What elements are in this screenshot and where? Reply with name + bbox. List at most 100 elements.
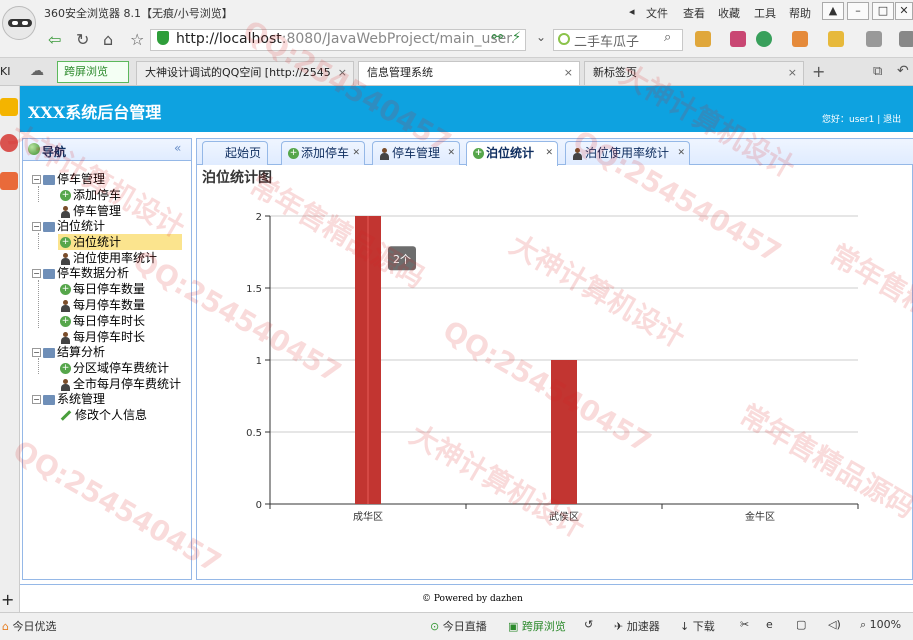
back-icon[interactable]: ⇦ bbox=[48, 30, 61, 49]
sidebar-add-icon[interactable]: + bbox=[1, 590, 14, 609]
tree-item-daily-count[interactable]: + 每日停车数量 bbox=[60, 281, 145, 297]
collapse-node-icon[interactable]: − bbox=[32, 269, 41, 278]
menu-tools[interactable]: 工具 bbox=[754, 5, 776, 21]
tab-qq-space[interactable]: 大神设计调试的QQ空间 [http://2545 × bbox=[136, 61, 354, 85]
sidebar-favorites-icon[interactable] bbox=[0, 98, 18, 116]
tree-group-parking-analysis[interactable]: − 停车数据分析 bbox=[32, 265, 129, 281]
tree-item-monthly-duration[interactable]: 每月停车时长 bbox=[60, 329, 145, 345]
extension-grid-icon[interactable] bbox=[695, 31, 711, 47]
collapse-node-icon[interactable]: − bbox=[32, 222, 41, 231]
tree-item-berth-usage[interactable]: 泊位使用率统计 bbox=[60, 250, 157, 266]
window-title: 360安全浏览器 8.1【无痕/小号浏览】 bbox=[44, 7, 233, 20]
y-tick-label: 0 bbox=[256, 500, 262, 511]
close-window-button[interactable]: ✕ bbox=[895, 2, 913, 20]
pin-button[interactable]: ▲ bbox=[822, 2, 844, 20]
tab-close-icon[interactable]: × bbox=[564, 62, 573, 84]
cloud-icon[interactable]: ☁ bbox=[30, 63, 44, 79]
add-icon: + bbox=[60, 284, 71, 295]
person-icon bbox=[572, 147, 583, 160]
new-tab-plus-icon[interactable]: + bbox=[812, 62, 825, 81]
url-dropdown-icon[interactable]: ⌄ bbox=[536, 30, 546, 44]
home-icon[interactable]: ⌂ bbox=[103, 30, 113, 49]
sidebar-weibo-icon[interactable] bbox=[0, 134, 18, 152]
tree-item-district-fee[interactable]: + 分区域停车费统计 bbox=[60, 360, 169, 376]
tree-group-parking[interactable]: − 停车管理 bbox=[32, 171, 105, 187]
tab-new-tab[interactable]: 新标签页 × bbox=[584, 61, 804, 85]
extension-x-icon[interactable] bbox=[730, 31, 746, 47]
browser-logo-icon[interactable] bbox=[2, 6, 36, 40]
tab-add-parking[interactable]: + 添加停车 ✕ bbox=[281, 141, 365, 165]
refresh-icon[interactable]: ↻ bbox=[76, 30, 89, 49]
tab-close-icon[interactable]: ✕ bbox=[352, 142, 360, 164]
status-download[interactable]: ↓ 下载 bbox=[680, 618, 715, 634]
menu-help[interactable]: 帮助 bbox=[789, 5, 811, 21]
collapse-node-icon[interactable]: − bbox=[32, 348, 41, 357]
x-tick-label: 武侯区 bbox=[549, 510, 579, 523]
collapse-node-icon[interactable]: − bbox=[32, 395, 41, 404]
person-icon bbox=[60, 299, 71, 312]
menu-view[interactable]: 查看 bbox=[683, 5, 705, 21]
x-tick-label: 金牛区 bbox=[745, 510, 775, 523]
status-cross-screen[interactable]: ▣ 跨屏浏览 bbox=[508, 618, 566, 634]
person-icon bbox=[379, 147, 390, 160]
menu-favorites[interactable]: 收藏 bbox=[718, 5, 740, 21]
tab-close-icon[interactable]: × bbox=[338, 62, 347, 84]
security-icon[interactable]: ⚯ bbox=[492, 30, 503, 45]
tree-item-parking-manage[interactable]: 停车管理 bbox=[60, 203, 121, 219]
tab-berth-usage[interactable]: 泊位使用率统计 ✕ bbox=[565, 141, 690, 165]
tree-group-settlement[interactable]: − 结算分析 bbox=[32, 344, 105, 360]
tab-berth-stats[interactable]: + 泊位统计 ✕ bbox=[466, 141, 558, 166]
tree-item-add-parking[interactable]: + 添加停车 bbox=[60, 187, 121, 203]
tab-cross-screen[interactable]: 跨屏浏览 bbox=[57, 61, 129, 83]
status-history-icon[interactable]: ↺ bbox=[584, 618, 593, 631]
y-tick-label: 1 bbox=[256, 356, 262, 367]
search-icon[interactable]: ⌕ bbox=[664, 30, 671, 45]
tab-close-icon[interactable]: ✕ bbox=[677, 142, 685, 164]
search-engine-icon[interactable] bbox=[558, 33, 570, 45]
speed-icon[interactable]: ⚡ bbox=[512, 30, 521, 45]
tab-info-system[interactable]: 信息管理系统 × bbox=[358, 61, 580, 85]
maximize-button[interactable]: □ bbox=[872, 2, 894, 20]
status-accelerator[interactable]: ✈ 加速器 bbox=[614, 618, 660, 634]
tab-home[interactable]: 起始页 bbox=[202, 141, 268, 165]
collapse-node-icon[interactable]: − bbox=[32, 175, 41, 184]
extension-translate-icon[interactable] bbox=[792, 31, 808, 47]
tab-restore-icon[interactable]: ⧉ bbox=[873, 64, 882, 79]
tab-close-icon[interactable]: ✕ bbox=[447, 142, 455, 164]
minimize-button[interactable]: – bbox=[847, 2, 869, 20]
globe-icon bbox=[28, 143, 40, 155]
tab-close-icon[interactable]: × bbox=[788, 62, 797, 84]
tree-item-berth-stats[interactable]: + 泊位统计 bbox=[58, 234, 182, 250]
status-screenshot-icon[interactable]: ✂ bbox=[740, 618, 749, 631]
status-ie-icon[interactable]: e bbox=[766, 618, 773, 631]
status-window-icon[interactable]: ▢ bbox=[796, 618, 806, 631]
user-info-logout[interactable]: 您好：user1 | 退出 bbox=[822, 112, 901, 125]
tree-item-city-monthly-fee[interactable]: 全市每月停车费统计 bbox=[60, 376, 181, 392]
status-sound-icon[interactable]: ◁) bbox=[828, 618, 841, 631]
favorite-star-icon[interactable]: ☆ bbox=[130, 30, 144, 49]
today-picks-link[interactable]: ⌂ 今日优选 bbox=[2, 618, 56, 634]
menu-arrow-icon[interactable]: ◂ bbox=[629, 5, 635, 18]
extension-gift-icon[interactable] bbox=[828, 31, 844, 47]
tree-group-system[interactable]: − 系统管理 bbox=[32, 391, 105, 407]
zoom-level[interactable]: ⌕ 100% bbox=[860, 618, 901, 632]
tab-scroll-left-icon[interactable]: KI bbox=[0, 65, 10, 78]
collapse-nav-icon[interactable]: « bbox=[174, 141, 181, 155]
tree-item-monthly-count[interactable]: 每月停车数量 bbox=[60, 297, 145, 313]
extension-more-icon[interactable] bbox=[899, 31, 913, 47]
extension-money-icon[interactable] bbox=[756, 31, 772, 47]
add-icon: + bbox=[60, 190, 71, 201]
status-live-link[interactable]: ⊙ 今日直播 bbox=[430, 618, 487, 634]
tree-item-daily-duration[interactable]: + 每日停车时长 bbox=[60, 313, 145, 329]
tab-close-icon[interactable]: ✕ bbox=[545, 142, 553, 164]
add-icon: + bbox=[473, 148, 484, 159]
security-shield-icon bbox=[157, 31, 169, 45]
extension-game-icon[interactable] bbox=[866, 31, 882, 47]
tree-group-berth-stats[interactable]: − 泊位统计 bbox=[32, 218, 105, 234]
tree-item-edit-profile[interactable]: 修改个人信息 bbox=[60, 407, 147, 423]
tab-parking-manage[interactable]: 停车管理 ✕ bbox=[372, 141, 460, 165]
bar bbox=[551, 360, 577, 504]
menu-file[interactable]: 文件 bbox=[646, 5, 668, 21]
undo-close-icon[interactable]: ↶ bbox=[897, 63, 909, 79]
sidebar-mail-icon[interactable] bbox=[0, 172, 18, 190]
